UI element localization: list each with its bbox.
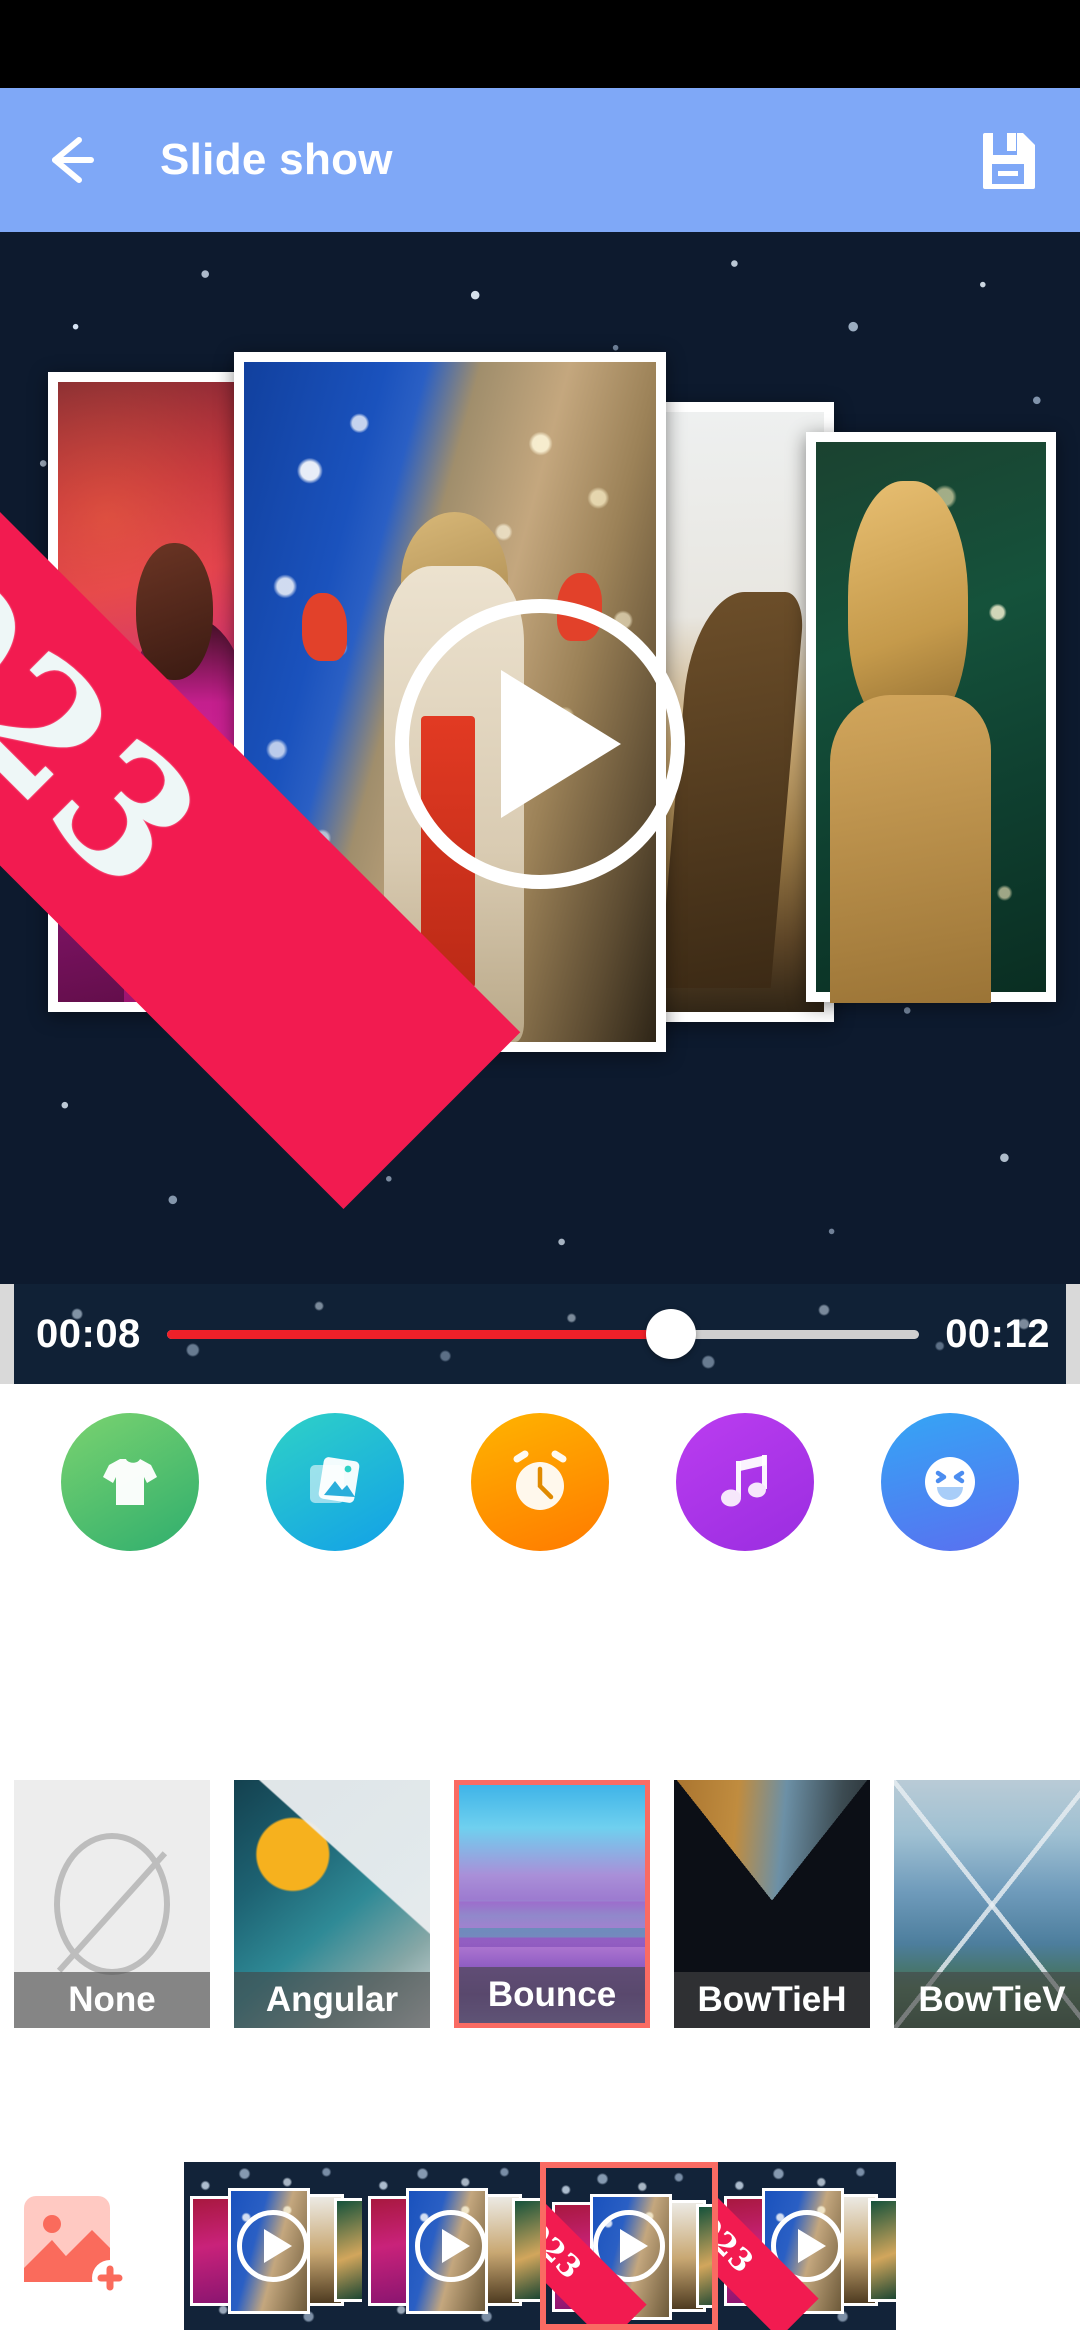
save-floppy-icon [983, 133, 1035, 189]
filmstrip-clip-3[interactable]: 2023 [540, 2162, 718, 2330]
transition-label: Angular [234, 1972, 430, 2028]
alarm-clock-icon [513, 1450, 567, 1510]
photos-icon [310, 1457, 360, 1503]
seek-thumb[interactable] [645, 1309, 696, 1359]
transition-row-spacer [0, 1580, 1080, 1780]
total-time-label: 00:12 [945, 1311, 1050, 1356]
filmstrip[interactable]: 2023 2023 [0, 2146, 1080, 2346]
page-title: Slide show [160, 135, 393, 184]
tool-row [0, 1384, 1080, 1580]
back-button[interactable] [34, 123, 108, 197]
emoji-icon [924, 1457, 975, 1507]
filmstrip-clip-2[interactable] [362, 2162, 540, 2330]
app-bar: Slide show [0, 88, 1080, 232]
transition-item-bowtiev[interactable]: BowTieV [894, 1780, 1080, 2028]
transition-item-bowtieh[interactable]: BowTieH [674, 1780, 870, 2028]
seek-bar[interactable]: 00:08 00:12 [0, 1284, 1080, 1384]
tool-music[interactable] [642, 1413, 847, 1551]
music-note-icon [720, 1455, 767, 1507]
transition-label: BowTieV [894, 1972, 1080, 2028]
seek-slider[interactable] [166, 1284, 920, 1384]
transition-item-bounce[interactable]: Bounce [454, 1780, 650, 2028]
current-time-label: 00:08 [36, 1311, 141, 1356]
play-button[interactable] [395, 599, 685, 889]
filmstrip-clip-1[interactable] [184, 2162, 362, 2330]
transition-item-none[interactable]: None [14, 1780, 210, 2028]
transition-label: None [14, 1972, 210, 2028]
transition-item-angular[interactable]: Angular [234, 1780, 430, 2028]
filmstrip-items: 2023 2023 [184, 2146, 896, 2346]
play-icon [237, 2210, 309, 2282]
add-photo-icon [24, 2196, 128, 2296]
tool-theme[interactable] [28, 1413, 233, 1551]
seek-fill [166, 1329, 671, 1339]
tool-sticker[interactable] [847, 1413, 1052, 1551]
collage-photo-4 [806, 432, 1056, 1003]
transition-label: Bounce [459, 1967, 645, 2023]
play-icon [415, 2210, 487, 2282]
play-ring [395, 599, 685, 889]
tshirt-icon [103, 1459, 158, 1505]
add-photo-button[interactable] [18, 2190, 130, 2302]
tool-photos[interactable] [233, 1413, 438, 1551]
video-preview[interactable]: 2023 [0, 232, 1080, 1284]
transition-effect-list[interactable]: None Angular Bounce BowTieH BowTieV [0, 1780, 1080, 2042]
filmstrip-spacer [0, 2042, 1080, 2146]
filmstrip-clip-4[interactable]: 2023 [718, 2162, 896, 2330]
status-bar [0, 0, 1080, 88]
arrow-left-icon [52, 137, 94, 183]
save-button[interactable] [970, 122, 1046, 198]
transition-label: BowTieH [674, 1972, 870, 2028]
tool-duration[interactable] [438, 1413, 643, 1551]
